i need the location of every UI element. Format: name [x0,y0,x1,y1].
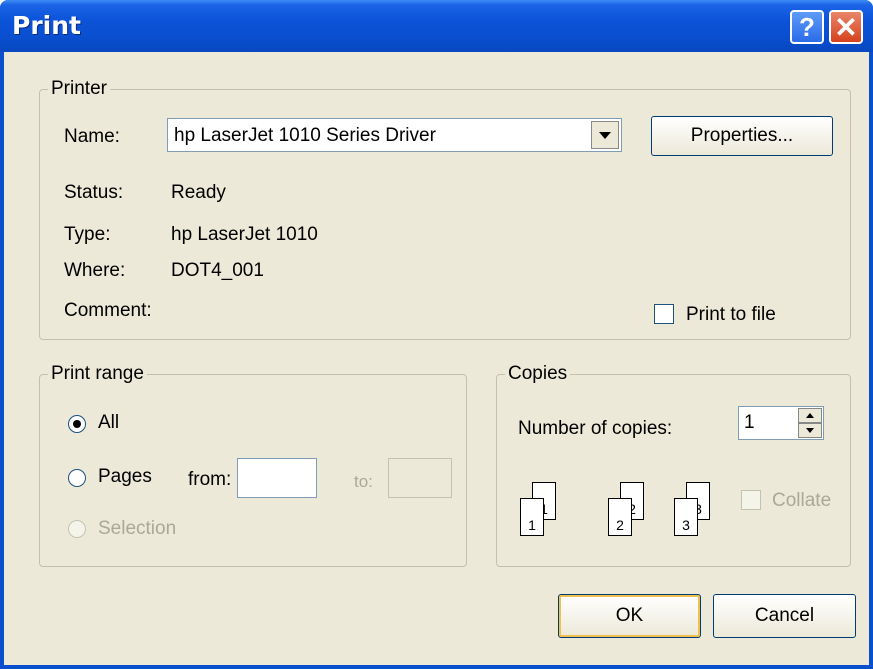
printer-name-value: hp LaserJet 1010 Series Driver [174,125,436,146]
help-icon: ? [799,11,815,42]
cancel-button[interactable]: Cancel [713,594,856,638]
from-input[interactable] [237,458,317,498]
close-icon: ✕ [834,11,858,43]
pages-radio[interactable] [68,469,86,487]
selection-radio-label[interactable]: Selection [98,518,176,540]
status-label: Status: [64,182,124,203]
cancel-button-label: Cancel [754,605,815,626]
to-input[interactable] [388,458,452,498]
comment-label: Comment: [64,300,152,321]
arrow-up-icon [806,413,814,418]
help-button[interactable]: ? [790,10,824,44]
all-radio[interactable] [68,415,86,433]
radio-selected-dot [73,420,81,428]
printer-name-select[interactable]: hp LaserJet 1010 Series Driver [167,118,622,152]
print-range-group-label: Print range [48,363,147,385]
spinner-buttons [798,408,822,438]
spinner-down-button[interactable] [798,423,822,438]
print-dialog: Print ? ✕ Printer Name: hp LaserJet 1010… [0,0,873,669]
from-label: from: [188,469,232,490]
status-value: Ready [171,182,226,203]
all-radio-label[interactable]: All [98,412,119,434]
copies-value: 1 [744,412,755,433]
print-to-file-checkbox[interactable] [654,304,674,324]
type-label: Type: [64,224,111,245]
number-of-copies-label: Number of copies: [518,418,673,439]
window-title: Print [12,11,81,40]
where-value: DOT4_001 [171,260,264,281]
spinner-up-button[interactable] [798,408,822,423]
print-to-file-label[interactable]: Print to file [686,304,776,326]
pages-radio-label[interactable]: Pages [98,466,152,488]
selection-radio[interactable] [68,520,86,538]
properties-button[interactable]: Properties... [651,116,833,156]
collate-illustration: 1 1 2 2 3 3 [514,476,714,546]
where-label: Where: [64,260,126,281]
copies-group-label: Copies [505,363,571,385]
ok-button[interactable]: OK [558,594,701,638]
collate-page-front: 3 [674,498,698,536]
printer-name-label: Name: [64,126,120,147]
to-label: to: [354,472,373,491]
dialog-body: Printer Name: hp LaserJet 1010 Series Dr… [4,52,869,665]
arrow-down-icon [806,428,814,433]
printer-dropdown-button[interactable] [591,121,619,149]
printer-group-label: Printer [48,78,110,100]
ok-button-label: OK [615,605,644,626]
title-bar[interactable]: Print ? ✕ [0,0,873,52]
collate-label[interactable]: Collate [772,490,831,512]
copies-spinner[interactable]: 1 [738,406,824,440]
chevron-down-icon [599,131,611,139]
collate-page-front: 1 [520,498,544,536]
collate-page-front: 2 [608,498,632,536]
type-value: hp LaserJet 1010 [171,224,318,245]
collate-checkbox[interactable] [741,490,761,510]
properties-button-label: Properties... [690,125,794,146]
close-button[interactable]: ✕ [829,10,863,44]
